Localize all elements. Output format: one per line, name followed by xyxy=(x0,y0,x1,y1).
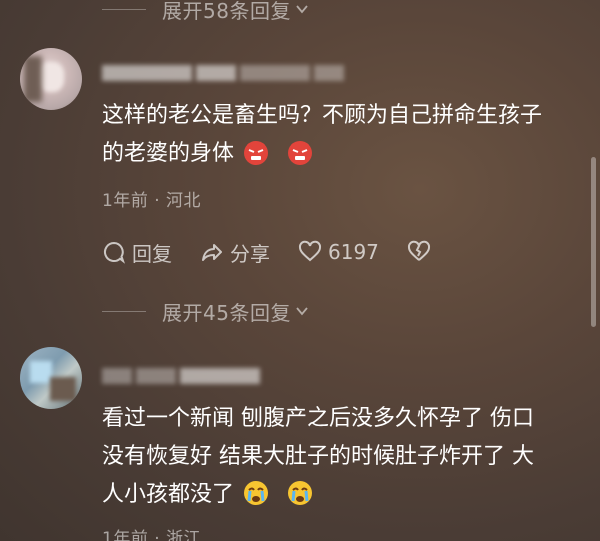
like-button[interactable]: 6197 xyxy=(298,240,379,264)
dislike-button[interactable] xyxy=(407,240,431,264)
heart-icon xyxy=(298,240,322,262)
expand-replies-label: 展开58条回复 xyxy=(162,0,291,23)
chevron-down-icon xyxy=(296,307,308,316)
angry-face-icon xyxy=(288,141,313,165)
comment-line: 的老婆的身体 xyxy=(102,141,235,166)
comment-line: 没有恢复好 结果大肚子的时候肚子炸开了 大 xyxy=(102,444,534,469)
comment-meta: 1年前 · 浙江 xyxy=(102,529,202,541)
comment-actions: 回复 分享 6197 xyxy=(102,237,459,267)
angry-face-icon xyxy=(244,141,269,165)
comment-text: 看过一个新闻 刨腹产之后没多久怀孕了 伤口 没有恢复好 结果大肚子的时候肚子炸开… xyxy=(102,400,582,514)
username-blurred[interactable] xyxy=(102,365,264,387)
comment-text: 这样的老公是畜生吗？不顾为自己拼命生孩子 的老婆的身体 xyxy=(102,97,582,173)
reply-icon xyxy=(104,241,125,264)
scrollbar[interactable] xyxy=(591,157,596,327)
divider-line xyxy=(102,310,146,312)
share-label: 分享 xyxy=(230,241,270,266)
expand-replies-top[interactable]: 展开58条回复 xyxy=(0,0,600,24)
comment-line: 看过一个新闻 刨腹产之后没多久怀孕了 伤口 xyxy=(102,406,534,431)
share-button[interactable]: 分享 xyxy=(200,238,270,267)
avatar[interactable] xyxy=(20,48,82,110)
like-count: 6197 xyxy=(328,240,379,264)
divider-line xyxy=(102,8,146,10)
share-icon xyxy=(202,244,222,261)
reply-button[interactable]: 回复 xyxy=(102,238,172,267)
expand-replies-label: 展开45条回复 xyxy=(162,300,291,325)
comment-meta: 1年前 · 河北 xyxy=(102,191,202,211)
broken-heart-icon xyxy=(407,240,430,261)
crying-face-icon xyxy=(244,481,269,505)
avatar[interactable] xyxy=(20,347,82,409)
username-blurred[interactable] xyxy=(102,62,348,84)
comment-line: 人小孩都没了 xyxy=(102,482,235,507)
crying-face-icon xyxy=(288,481,313,505)
expand-replies-mid[interactable]: 展开45条回复 xyxy=(0,296,600,326)
reply-label: 回复 xyxy=(132,241,172,266)
chevron-down-icon xyxy=(296,5,308,14)
comment-line: 这样的老公是畜生吗？不顾为自己拼命生孩子 xyxy=(102,103,543,128)
